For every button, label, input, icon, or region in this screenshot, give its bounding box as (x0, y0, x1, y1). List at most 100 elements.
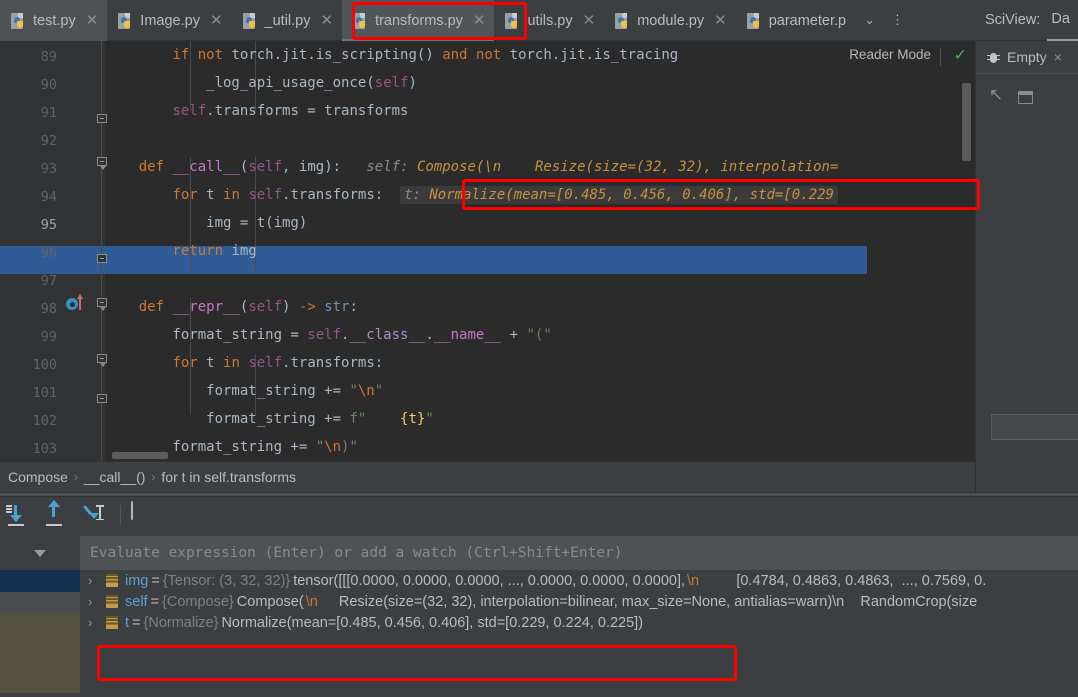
chevron-right-icon: › (73, 470, 78, 484)
code-editor[interactable]: 89 90 91 92 93 94 95 96 97 98 99 100 101… (0, 41, 975, 461)
editor-tab-util-py[interactable]: _util.py ✕ (232, 0, 343, 41)
python-file-icon (118, 12, 133, 29)
code-line-99[interactable]: format_string = self.__class__.__name__ … (105, 321, 551, 349)
tab-label: module.py (637, 12, 705, 29)
sciview-tab-data[interactable]: Da (1047, 11, 1078, 41)
breadcrumb-item-for-loop[interactable]: for t in self.transforms (161, 469, 296, 485)
close-icon[interactable]: ✕ (320, 13, 333, 28)
line-number: 96 (40, 245, 57, 261)
python-file-icon (353, 12, 368, 29)
code-line-96[interactable]: return img (105, 237, 256, 265)
breadcrumb-item-compose[interactable]: Compose (8, 469, 68, 485)
variables-rows[interactable]: › img = {Tensor: (3, 32, 32)} tensor([[[… (80, 570, 1078, 697)
variable-row-img[interactable]: › img = {Tensor: (3, 32, 32)} tensor([[[… (80, 570, 1078, 591)
variable-type: {Tensor: (3, 32, 32)} (162, 572, 291, 589)
close-icon[interactable]: ✕ (714, 13, 727, 28)
line-number: 99 (40, 329, 57, 345)
tab-bar-controls: ⌄ ⋮ (857, 0, 911, 40)
breakpoint-current-execution-icon[interactable] (66, 294, 88, 313)
expander-icon[interactable]: › (88, 594, 99, 609)
line-number: 90 (40, 77, 57, 93)
sciview-subtab-empty[interactable]: Empty × (976, 41, 1078, 74)
expander-icon[interactable]: › (88, 615, 99, 630)
vertical-scrollbar-thumb[interactable] (962, 83, 971, 161)
restore-window-icon[interactable] (1018, 90, 1033, 104)
variable-row-self[interactable]: › self = {Compose} Compose( \n Resize(si… (80, 591, 1078, 612)
variable-type: {Normalize} (143, 614, 219, 631)
variable-icon (106, 595, 118, 608)
variable-escape: \n (687, 572, 700, 589)
close-icon[interactable]: ✕ (210, 13, 223, 28)
evaluate-expression-input[interactable]: Evaluate expression (Enter) or add a wat… (80, 536, 1078, 570)
code-line-91[interactable]: self.transforms = transforms (105, 97, 408, 125)
step-out-icon[interactable] (44, 500, 72, 528)
reader-mode-label[interactable]: Reader Mode (849, 47, 931, 62)
step-into-icon[interactable] (6, 502, 34, 528)
line-number: 93 (40, 161, 57, 177)
code-line-98[interactable]: def __repr__(self) -> str: (105, 293, 358, 321)
watches-dropdown[interactable] (0, 536, 80, 570)
breadcrumb-item-call[interactable]: __call__() (84, 469, 145, 485)
debugger-toolbar (0, 498, 1078, 532)
sciview-header: SciView: Da (975, 0, 1078, 41)
variable-value-post: [0.4784, 0.4863, 0.4863, ..., 0.7569, 0. (704, 572, 987, 589)
sciview-input-field[interactable] (991, 414, 1078, 440)
editor-tab-module-py[interactable]: module.py ✕ (604, 0, 735, 41)
variable-equals: = (151, 572, 160, 589)
variable-value-pre: tensor([[[0.0000, 0.0000, 0.0000, ..., 0… (293, 572, 686, 589)
variable-row-t[interactable]: › t = {Normalize} Normalize(mean=[0.485,… (80, 612, 1078, 633)
inspection-ok-check-icon[interactable]: ✓ (954, 45, 967, 65)
variable-value-post: Resize(size=(32, 32), interpolation=bili… (322, 593, 978, 610)
code-line-93[interactable]: def __call__(self, img): self: Compose(\… (105, 153, 839, 181)
line-number-current: 95 (40, 217, 57, 233)
code-content[interactable]: if not torch.jit.is_scripting() and not … (105, 41, 975, 461)
expander-icon[interactable]: › (88, 573, 99, 588)
editor-gutter[interactable]: 89 90 91 92 93 94 95 96 97 98 99 100 101… (0, 41, 168, 461)
close-icon[interactable]: ✕ (86, 13, 99, 28)
line-number: 92 (40, 133, 57, 149)
variable-equals: = (150, 593, 160, 610)
editor-tab-image-py[interactable]: Image.py ✕ (107, 0, 231, 41)
code-line-89[interactable]: if not torch.jit.is_scripting() and not … (105, 41, 678, 69)
line-number: 94 (40, 189, 57, 205)
editor-tab-utils-py[interactable]: utils.py ✕ (494, 0, 604, 41)
bug-icon (987, 51, 1000, 64)
editor-tab-transforms-py[interactable]: transforms.py ✕ (342, 0, 495, 41)
variables-list[interactable]: › img = {Tensor: (3, 32, 32)} tensor([[[… (0, 570, 1078, 697)
sciview-subtab-label: Empty (1007, 49, 1047, 65)
python-file-icon (11, 12, 26, 29)
evaluate-expression-icon[interactable] (131, 501, 151, 528)
close-icon[interactable]: ✕ (473, 13, 486, 28)
tab-label: test.py (33, 12, 76, 29)
tab-label: transforms.py (375, 12, 463, 29)
code-line-101[interactable]: format_string += "\n" (105, 377, 383, 405)
divider (940, 48, 941, 66)
step-into-my-code-icon[interactable] (82, 502, 110, 528)
chevron-down-icon[interactable]: ⌄ (857, 0, 882, 41)
editor-tab-parameter-py[interactable]: parameter.p (736, 0, 855, 41)
variable-name: img (125, 572, 149, 589)
evaluate-expression-row: Evaluate expression (Enter) or add a wat… (0, 536, 1078, 570)
editor-tab-test-py[interactable]: test.py ✕ (0, 0, 108, 41)
debugger-panel: Evaluate expression (Enter) or add a wat… (0, 492, 1078, 697)
code-line-94[interactable]: for t in self.transforms: t: Normalize(m… (105, 181, 838, 209)
python-file-icon (615, 12, 630, 29)
tab-label: parameter.p (768, 12, 847, 29)
python-file-icon (242, 12, 258, 29)
close-icon[interactable]: × (1054, 49, 1062, 65)
close-icon[interactable]: ✕ (583, 13, 596, 28)
chevron-down-icon (34, 549, 46, 557)
code-line-90[interactable]: _log_api_usage_once(self) (105, 69, 417, 97)
code-line-95[interactable]: img = t(img) (105, 209, 307, 237)
more-vertical-icon[interactable]: ⋮ (884, 0, 911, 41)
variable-type: {Compose} (162, 593, 234, 610)
code-line-100[interactable]: for t in self.transforms: (105, 349, 383, 377)
pycharm-debugger-window: test.py ✕ Image.py ✕ _util.py ✕ transfor… (0, 0, 1078, 697)
sciview-title: SciView: (985, 12, 1041, 28)
code-line-102[interactable]: format_string += f" {t}" (105, 405, 434, 433)
panel-splitter[interactable] (0, 492, 1078, 497)
code-line-103[interactable]: format_string += "\n)" (105, 433, 357, 461)
variable-equals: = (132, 614, 141, 631)
open-externally-icon[interactable] (989, 90, 1004, 105)
line-number: 89 (40, 49, 57, 65)
